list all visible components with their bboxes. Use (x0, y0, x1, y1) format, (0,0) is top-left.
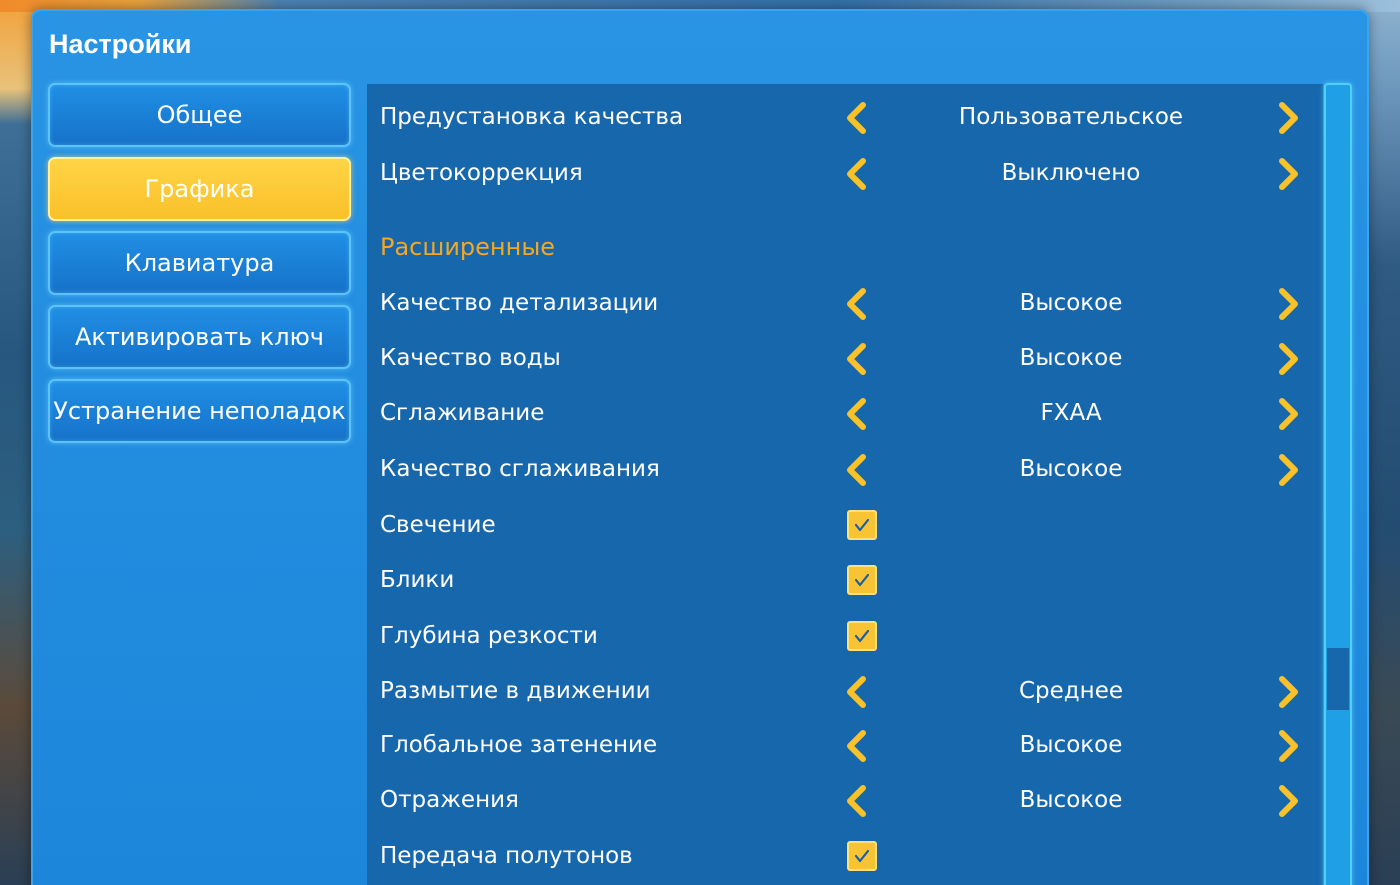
chevron-right-icon[interactable] (1270, 728, 1306, 764)
checkmark-icon (854, 518, 870, 532)
setting-label: Свечение (380, 512, 496, 538)
setting-value: Выключено (1001, 160, 1141, 186)
settings-window: Настройки Общее Графика Клавиатура Актив… (31, 9, 1369, 885)
nav-item-activate-key[interactable]: Активировать ключ (48, 305, 351, 369)
setting-value: Высокое (1019, 732, 1123, 758)
chevron-left-icon[interactable] (839, 156, 875, 192)
setting-label: Цветокоррекция (380, 160, 583, 186)
setting-value: Высокое (1019, 787, 1123, 813)
chevron-right-icon[interactable] (1270, 286, 1306, 322)
setting-value: FXAA (1040, 400, 1102, 426)
setting-label: Глобальное затенение (380, 732, 658, 758)
setting-row-bloom: Свечение (367, 506, 1323, 546)
setting-row-reflections: Отражения Высокое (367, 781, 1323, 821)
setting-row-detail-quality: Качество детализации Высокое (367, 284, 1323, 324)
chevron-left-icon[interactable] (839, 341, 875, 377)
setting-row-color-correction: Цветокоррекция Выключено (367, 154, 1323, 194)
chevron-left-icon[interactable] (839, 396, 875, 432)
nav-item-graphics[interactable]: Графика (48, 157, 351, 221)
setting-row-quality-preset: Предустановка качества Пользовательское (367, 98, 1323, 138)
setting-value: Высокое (1019, 290, 1123, 316)
window-title: Настройки (49, 29, 192, 59)
settings-nav: Общее Графика Клавиатура Активировать кл… (48, 83, 351, 453)
nav-item-general[interactable]: Общее (48, 83, 351, 147)
checkmark-icon (854, 849, 870, 863)
setting-label: Качество сглаживания (380, 456, 660, 482)
nav-item-troubleshooting[interactable]: Устранение неполадок (48, 379, 351, 443)
setting-label: Качество воды (380, 345, 561, 371)
setting-label: Передача полутонов (380, 843, 633, 869)
section-header: Расширенные (380, 233, 556, 261)
chevron-right-icon[interactable] (1270, 674, 1306, 710)
chevron-right-icon[interactable] (1270, 100, 1306, 136)
chevron-right-icon[interactable] (1270, 783, 1306, 819)
setting-row-tonemapping: Передача полутонов (367, 837, 1323, 877)
setting-value: Высокое (1019, 456, 1123, 482)
section-advanced: Расширенные (367, 229, 1323, 269)
bloom-checkbox[interactable] (847, 510, 877, 540)
setting-row-motion-blur: Размытие в движении Среднее (367, 672, 1323, 712)
setting-value: Высокое (1019, 345, 1123, 371)
chevron-left-icon[interactable] (839, 728, 875, 764)
setting-value: Пользовательское (958, 104, 1184, 130)
setting-label: Глубина резкости (380, 623, 598, 649)
setting-label: Размытие в движении (380, 678, 651, 704)
checkmark-icon (854, 629, 870, 643)
setting-row-lens-flares: Блики (367, 561, 1323, 601)
checkmark-icon (854, 573, 870, 587)
setting-row-antialiasing-quality: Качество сглаживания Высокое (367, 450, 1323, 490)
setting-label: Предустановка качества (380, 104, 684, 130)
setting-value: Среднее (1018, 678, 1124, 704)
chevron-right-icon[interactable] (1270, 156, 1306, 192)
lens-flares-checkbox[interactable] (847, 565, 877, 595)
chevron-right-icon[interactable] (1270, 341, 1306, 377)
chevron-left-icon[interactable] (839, 100, 875, 136)
setting-label: Блики (380, 567, 455, 593)
chevron-left-icon[interactable] (839, 452, 875, 488)
chevron-right-icon[interactable] (1270, 452, 1306, 488)
scrollbar-track[interactable] (1324, 83, 1352, 885)
chevron-left-icon[interactable] (839, 783, 875, 819)
tonemapping-checkbox[interactable] (847, 841, 877, 871)
setting-row-depth-of-field: Глубина резкости (367, 617, 1323, 657)
scrollbar-thumb[interactable] (1327, 648, 1349, 710)
nav-item-keyboard[interactable]: Клавиатура (48, 231, 351, 295)
chevron-left-icon[interactable] (839, 674, 875, 710)
chevron-right-icon[interactable] (1270, 396, 1306, 432)
setting-label: Качество детализации (380, 290, 659, 316)
graphics-settings-panel: Предустановка качества Пользовательское … (367, 84, 1323, 885)
setting-row-antialiasing: Сглаживание FXAA (367, 394, 1323, 434)
setting-row-ambient-occlusion: Глобальное затенение Высокое (367, 726, 1323, 766)
depth-of-field-checkbox[interactable] (847, 621, 877, 651)
setting-row-water-quality: Качество воды Высокое (367, 339, 1323, 379)
setting-label: Отражения (380, 787, 519, 813)
chevron-left-icon[interactable] (839, 286, 875, 322)
setting-label: Сглаживание (380, 400, 545, 426)
